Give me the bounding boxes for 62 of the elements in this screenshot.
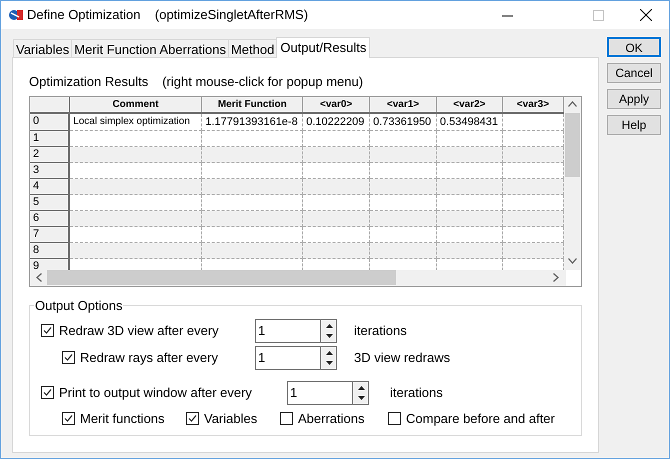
- tab[interactable]: Method: [228, 39, 278, 57]
- unit-label: 3D view redraws: [354, 348, 450, 367]
- section-title: Optimization Results: [29, 73, 148, 91]
- unit-label: iterations: [390, 384, 443, 402]
- column-header[interactable]: <var1>: [370, 96, 436, 112]
- scroll-thumb[interactable]: [565, 112, 580, 176]
- dialog-button[interactable]: OK: [607, 37, 661, 57]
- unit-label: iterations: [354, 322, 407, 340]
- tab[interactable]: Output/Results: [276, 37, 370, 58]
- checkbox-label: Redraw 3D view after every: [59, 322, 219, 340]
- row-header[interactable]: 7: [30, 226, 70, 242]
- checkbox-label: Variables: [204, 410, 258, 428]
- column-header[interactable]: Comment: [69, 96, 202, 112]
- tab[interactable]: Variables: [13, 39, 72, 57]
- tab[interactable]: Merit Function Aberrations: [71, 39, 229, 57]
- checkbox-label: Redraw rays after every: [80, 348, 218, 367]
- table-cell-text: 0.53498431: [438, 116, 498, 128]
- column-header[interactable]: <var2>: [436, 96, 502, 112]
- section-hint: (right mouse-click for popup menu): [162, 73, 364, 91]
- window-title: Define Optimization (optimizeSingletAfterRMS): [27, 6, 308, 24]
- row-header[interactable]: 6: [30, 210, 70, 226]
- row-header[interactable]: 9: [30, 258, 70, 270]
- dialog-button[interactable]: Help: [607, 115, 661, 135]
- column-header[interactable]: <var3>: [502, 96, 564, 112]
- maximize-icon: [593, 10, 604, 20]
- dialog-button[interactable]: Apply: [607, 89, 661, 109]
- checkbox-label: Aberrations: [298, 410, 364, 428]
- column-header[interactable]: Merit Function: [202, 96, 303, 112]
- number-field[interactable]: 1: [255, 318, 320, 342]
- number-field[interactable]: 1: [255, 346, 320, 370]
- dialog-button[interactable]: Cancel: [607, 63, 661, 83]
- scroll-right-icon[interactable]: [553, 273, 559, 282]
- checkbox[interactable]: [41, 386, 54, 399]
- row-header[interactable]: 2: [30, 146, 70, 162]
- checkbox[interactable]: [186, 412, 199, 425]
- row-header[interactable]: 5: [30, 194, 70, 210]
- scroll-thumb[interactable]: [47, 270, 396, 285]
- scroll-up-icon[interactable]: [568, 100, 578, 106]
- checkbox-label: Compare before and after: [406, 410, 555, 428]
- table-cell-text: Local simplex optimization: [72, 116, 190, 128]
- checkbox[interactable]: [62, 351, 75, 364]
- vertical-scrollbar[interactable]: [564, 96, 581, 270]
- table-cell-text: 0.73361950: [372, 116, 432, 128]
- checkbox[interactable]: [41, 324, 54, 337]
- row-header[interactable]: 3: [30, 162, 70, 178]
- row-header[interactable]: 8: [30, 242, 70, 258]
- table-cell-text: 1.17791393161e-8: [204, 116, 298, 128]
- row-header[interactable]: 1: [30, 130, 70, 146]
- checkbox-label: Print to output window after every: [59, 384, 252, 402]
- row-header[interactable]: 4: [30, 178, 70, 194]
- scroll-left-icon[interactable]: [36, 273, 42, 282]
- checkbox-label: Merit functions: [80, 410, 165, 428]
- checkbox[interactable]: [280, 412, 293, 425]
- close-icon[interactable]: [640, 9, 652, 21]
- column-header[interactable]: <var0>: [302, 96, 370, 112]
- scroll-down-icon[interactable]: [568, 258, 578, 264]
- checkbox[interactable]: [388, 412, 401, 425]
- app-icon: [8, 7, 24, 23]
- horizontal-scrollbar[interactable]: [30, 270, 566, 286]
- number-field[interactable]: 1: [287, 380, 352, 404]
- table-cell-text: 0.10222209: [305, 116, 364, 128]
- checkbox[interactable]: [62, 412, 75, 425]
